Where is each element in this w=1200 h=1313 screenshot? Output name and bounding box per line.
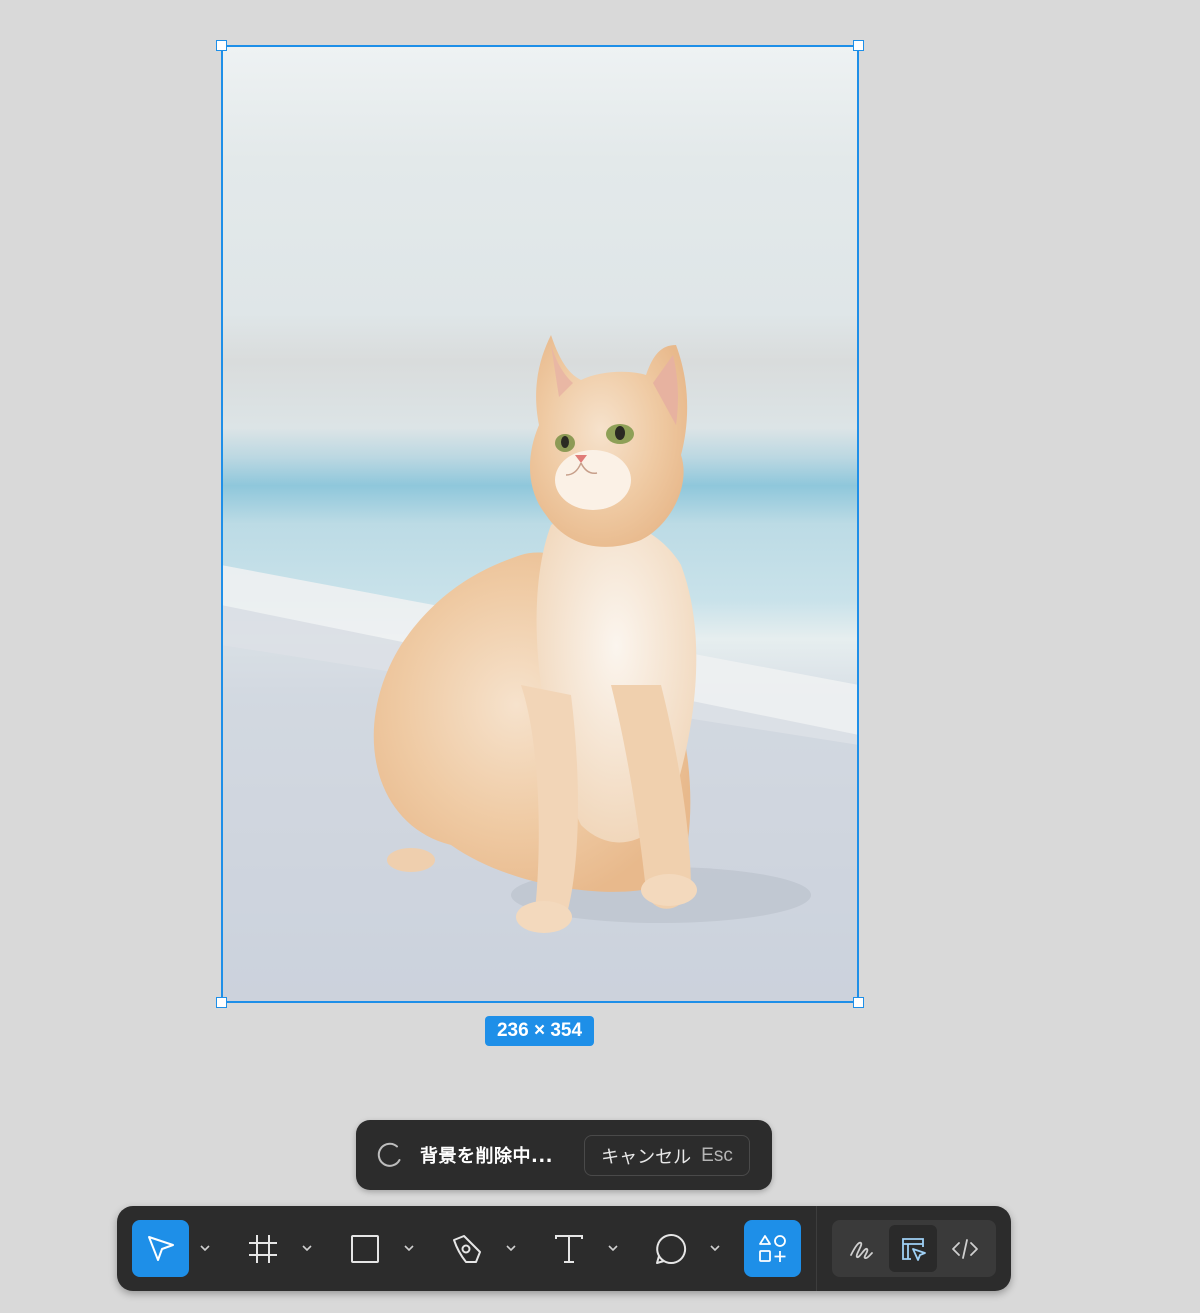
layout-cursor-icon — [902, 1237, 926, 1261]
pen-nib-icon — [452, 1234, 481, 1263]
dev-mode-button[interactable] — [941, 1225, 989, 1272]
chevron-down-icon — [710, 1245, 720, 1251]
cancel-label: キャンセル — [601, 1146, 692, 1168]
comment-tool-menu-caret[interactable] — [709, 1242, 721, 1254]
pen-tool-button[interactable] — [438, 1220, 495, 1277]
resize-handle-top-left[interactable] — [216, 40, 227, 51]
chevron-down-icon — [302, 1245, 312, 1251]
chevron-down-icon — [608, 1245, 618, 1251]
bottom-toolbar — [117, 1206, 1011, 1291]
shapes-plus-icon — [758, 1234, 786, 1262]
text-tool-menu-caret[interactable] — [607, 1242, 619, 1254]
scribble-icon — [850, 1241, 873, 1259]
shape-tool-button[interactable] — [336, 1220, 393, 1277]
frame-tool-menu-caret[interactable] — [301, 1242, 313, 1254]
cat-photo — [221, 45, 859, 1003]
design-mode-button[interactable] — [889, 1225, 937, 1272]
chevron-down-icon — [506, 1245, 516, 1251]
rectangle-icon — [350, 1234, 379, 1263]
remove-background-toast: 背景を削除中... キャンセル Esc — [356, 1120, 772, 1190]
dimensions-badge: 236 × 354 — [485, 1016, 594, 1046]
text-tool-button[interactable] — [540, 1220, 597, 1277]
frame-tool-button[interactable] — [234, 1220, 291, 1277]
resize-handle-bottom-right[interactable] — [853, 997, 864, 1008]
toast-message: 背景を削除中... — [420, 1146, 554, 1167]
chevron-down-icon — [200, 1245, 210, 1251]
draw-mode-button[interactable] — [837, 1225, 885, 1272]
resize-handle-top-right[interactable] — [853, 40, 864, 51]
actions-tool-button[interactable] — [744, 1220, 801, 1277]
cancel-button[interactable]: キャンセル Esc — [584, 1135, 750, 1176]
chevron-down-icon — [404, 1245, 414, 1251]
resize-handle-bottom-left[interactable] — [216, 997, 227, 1008]
move-tool-menu-caret[interactable] — [199, 1242, 211, 1254]
cursor-arrow-icon — [147, 1235, 174, 1261]
mode-toggle-group — [832, 1220, 996, 1277]
speech-bubble-icon — [655, 1233, 686, 1264]
hash-frame-icon — [248, 1234, 277, 1263]
pen-tool-menu-caret[interactable] — [505, 1242, 517, 1254]
image-frame[interactable] — [221, 45, 859, 1003]
shape-tool-menu-caret[interactable] — [403, 1242, 415, 1254]
code-brackets-icon — [952, 1238, 978, 1259]
comment-tool-button[interactable] — [642, 1220, 699, 1277]
cancel-shortcut: Esc — [701, 1144, 733, 1166]
loading-spinner-icon — [377, 1142, 401, 1167]
toolbar-divider — [816, 1206, 817, 1291]
text-t-icon — [554, 1234, 583, 1263]
move-tool-button[interactable] — [132, 1220, 189, 1277]
